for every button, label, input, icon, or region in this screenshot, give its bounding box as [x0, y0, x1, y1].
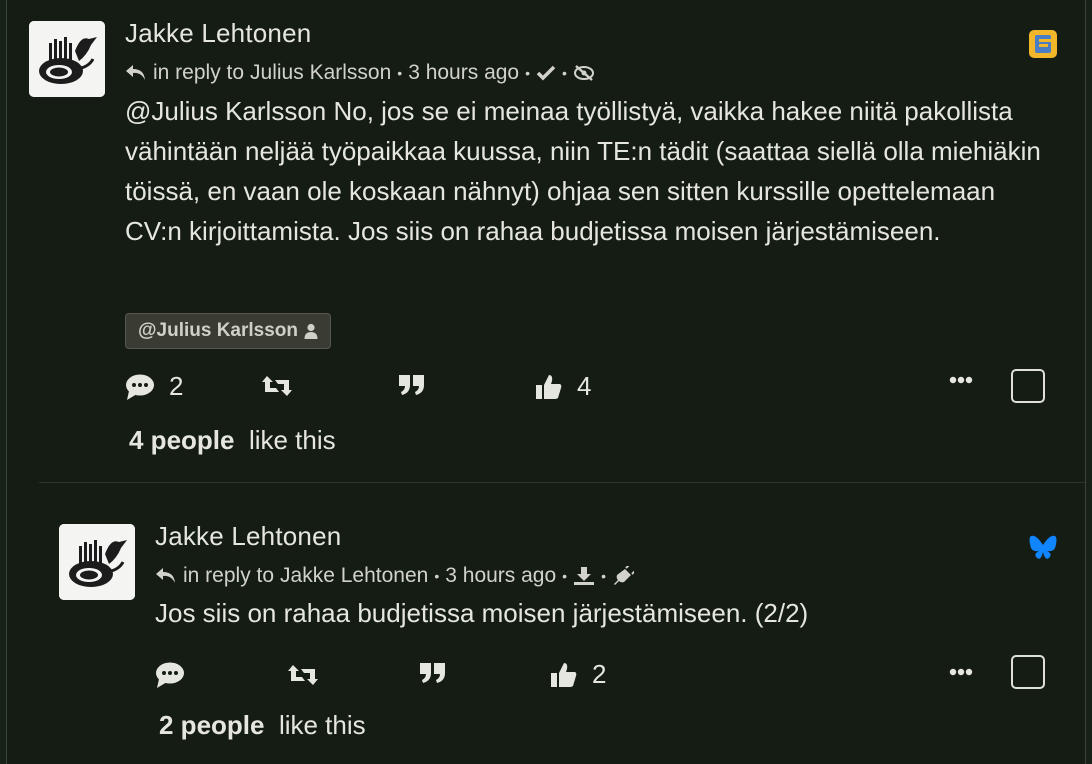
thumbs-up-icon [551, 662, 577, 687]
plug-icon [613, 566, 634, 585]
retweet-icon [288, 665, 318, 685]
mention-tag-label: @Julius Karlsson [138, 320, 299, 341]
separator: • [525, 65, 531, 81]
like-button[interactable]: 4 [535, 371, 591, 402]
ellipsis-icon [949, 668, 973, 676]
likes-summary: 4 people like this [129, 425, 336, 456]
reply-arrow-icon [156, 568, 175, 583]
likes-count-link[interactable]: 4 people [129, 425, 234, 455]
quote-button[interactable] [419, 661, 447, 685]
reply-to-link[interactable]: Julius Karlsson [250, 61, 391, 85]
post-body: Jos siis on rahaa budjetissa moisen järj… [155, 598, 809, 628]
user-icon [304, 323, 318, 339]
separator: • [434, 568, 440, 584]
retweet-icon [262, 376, 292, 396]
reply-to-link[interactable]: Jakke Lehtonen [280, 564, 428, 588]
reply-prefix: in reply to [183, 564, 275, 587]
post-meta: in reply to Jakke Lehtonen • 3 hours ago… [155, 564, 634, 588]
quote-icon [420, 663, 445, 683]
post-time[interactable]: 3 hours ago [445, 564, 556, 588]
comment-icon [156, 662, 184, 688]
separator: • [397, 65, 403, 81]
avatar[interactable] [29, 21, 105, 97]
reply-arrow-icon [126, 65, 145, 80]
check-icon [536, 65, 556, 81]
likes-count-link[interactable]: 2 people [159, 710, 264, 740]
separator: • [601, 568, 606, 584]
friendica-icon [1029, 30, 1057, 62]
quote-button[interactable] [398, 373, 426, 397]
post-time[interactable]: 3 hours ago [408, 61, 519, 85]
reply-prefix: in reply to [153, 61, 245, 84]
author-name[interactable]: Jakke Lehtonen [155, 521, 341, 552]
separator: • [562, 65, 567, 81]
share-button[interactable] [287, 663, 319, 687]
like-count: 4 [577, 371, 592, 401]
post: Jakke Lehtonen in reply to Jakke Lehtone… [7, 482, 1085, 764]
like-count: 2 [592, 659, 607, 689]
bluesky-icon [1029, 534, 1057, 564]
comment-count: 2 [169, 371, 184, 401]
avatar[interactable] [59, 524, 135, 600]
thumbs-up-icon [536, 374, 562, 399]
likes-summary: 2 people like this [159, 710, 366, 741]
download-icon [574, 567, 595, 585]
avatar-image [59, 524, 135, 600]
mention-tag[interactable]: @Julius Karlsson [125, 313, 332, 349]
select-checkbox[interactable] [1011, 369, 1045, 403]
select-checkbox[interactable] [1011, 655, 1045, 689]
post: Jakke Lehtonen in reply to Julius Karlss… [7, 0, 1085, 482]
comment-button[interactable] [155, 661, 185, 689]
like-button[interactable]: 2 [550, 659, 606, 690]
separator: • [562, 568, 568, 584]
more-options-button[interactable] [949, 376, 973, 384]
likes-suffix: like this [278, 710, 366, 740]
post-body: @Julius Karlsson No, jos se ei meinaa ty… [125, 96, 1041, 246]
quote-icon [399, 375, 424, 395]
share-button[interactable] [261, 374, 293, 398]
post-meta: in reply to Julius Karlsson • 3 hours ag… [125, 61, 595, 85]
author-name[interactable]: Jakke Lehtonen [125, 18, 311, 49]
timeline-frame: Jakke Lehtonen in reply to Julius Karlss… [6, 0, 1086, 764]
ellipsis-icon [949, 376, 973, 384]
eye-slash-icon [573, 65, 594, 81]
more-options-button[interactable] [949, 668, 973, 676]
avatar-image [29, 21, 105, 97]
likes-suffix: like this [248, 425, 336, 455]
comment-icon [126, 374, 154, 400]
comment-button[interactable]: 2 [125, 371, 183, 402]
